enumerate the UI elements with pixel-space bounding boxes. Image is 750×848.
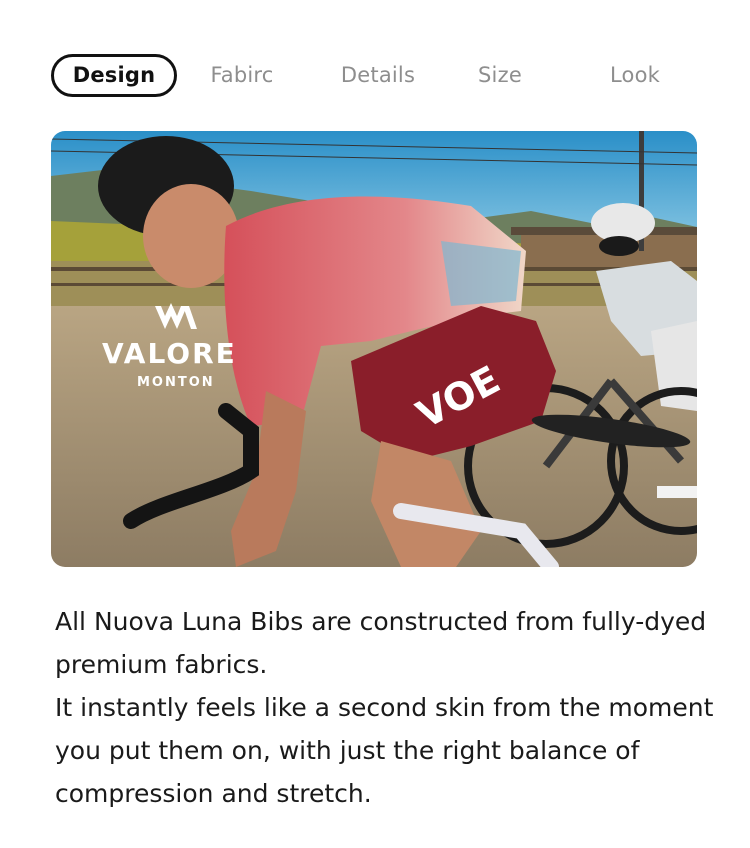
cycling-photo: VOE VALORE MONTON [51, 131, 697, 567]
tab-details[interactable]: Details [326, 55, 430, 95]
brand-name: VALORE [102, 337, 237, 370]
tab-fabric[interactable]: Fabirc [190, 55, 294, 95]
tab-size[interactable]: Size [460, 55, 540, 95]
description-paragraph-1: All Nuova Luna Bibs are constructed from… [55, 607, 707, 679]
tab-bar: Design Fabirc Details Size Look [0, 0, 750, 110]
hero-image: VOE VALORE MONTON [51, 131, 697, 567]
description-paragraph-2: It instantly feels like a second skin fr… [55, 693, 714, 808]
product-description: All Nuova Luna Bibs are constructed from… [55, 600, 735, 815]
tab-design[interactable]: Design [51, 54, 177, 97]
tab-look[interactable]: Look [593, 55, 677, 95]
brand-sub: MONTON [137, 375, 215, 390]
